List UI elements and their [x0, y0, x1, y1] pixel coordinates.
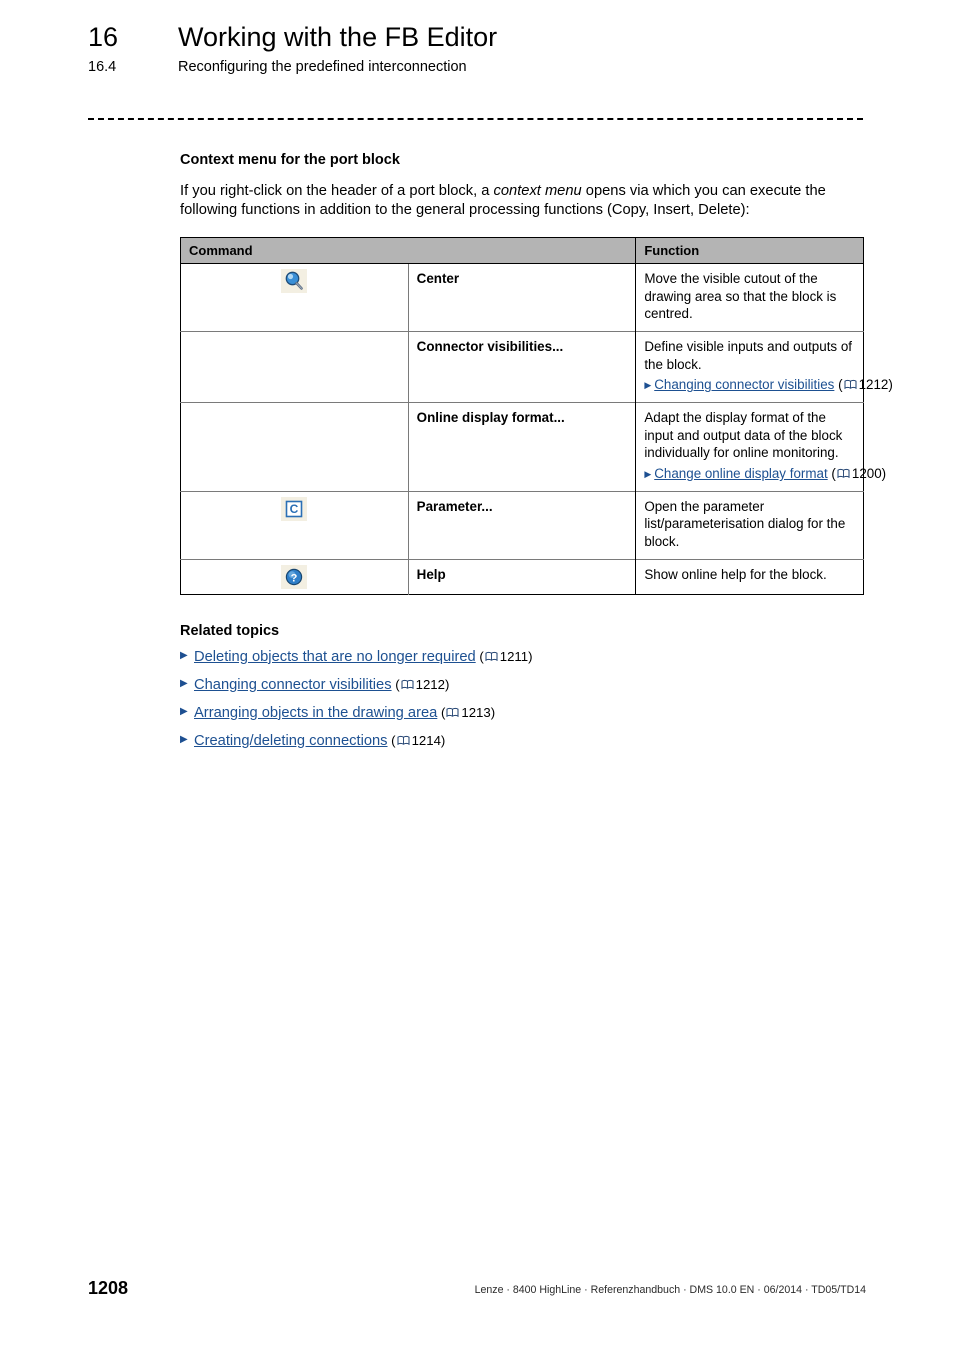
- row-icon-cell: ?: [180, 558, 409, 595]
- header-divider: [88, 118, 863, 120]
- link-arranging-objects[interactable]: Arranging objects in the drawing area: [194, 705, 437, 721]
- related-topics-heading: Related topics: [180, 622, 280, 639]
- parameter-c-icon: C: [281, 496, 308, 521]
- table-row: C Parameter... Open the parameter list/p…: [180, 490, 864, 560]
- page-number: 1212: [858, 377, 889, 393]
- table-header-row: Command Function: [180, 237, 864, 264]
- related-topics-list: ▶ Deleting objects that are no longer req…: [180, 649, 864, 749]
- row-icon-cell: C: [180, 490, 409, 560]
- section-title: Reconfiguring the predefined interconnec…: [178, 59, 467, 75]
- cross-reference: ▶ Changing connector visibilities (1212): [644, 376, 893, 394]
- book-icon: [401, 678, 414, 689]
- cross-reference: ▶ Change online display format (1200): [644, 465, 886, 483]
- table-header: Command Function: [180, 237, 864, 264]
- chapter-title: Working with the FB Editor: [178, 22, 498, 52]
- link-changing-connector-visibilities[interactable]: Changing connector visibilities: [654, 377, 834, 392]
- book-icon: [397, 734, 410, 745]
- list-item: ▶ Deleting objects that are no longer req…: [180, 649, 864, 665]
- command-label: Online display format...: [408, 401, 637, 492]
- function-text: Open the parameter list/parameterisation…: [644, 498, 846, 550]
- command-label: Center: [408, 263, 637, 332]
- function-text: Move the visible cutout of the drawing a…: [644, 270, 837, 322]
- context-menu-table: Command Function Center Move the visible…: [180, 236, 893, 595]
- page-reference: (1212): [834, 377, 893, 393]
- link-change-online-display-format[interactable]: Change online display format: [654, 466, 827, 481]
- list-item: ▶ Arranging objects in the drawing area (…: [180, 705, 864, 721]
- page-reference: (1200): [827, 466, 887, 481]
- function-cell: Move the visible cutout of the drawing a…: [636, 263, 864, 331]
- book-icon: [446, 706, 459, 717]
- page-footer: 1208 Lenze · 8400 HighLine · Referenzhan…: [88, 1278, 866, 1304]
- page-number: 1208: [88, 1278, 129, 1298]
- table-body: Center Move the visible cutout of the dr…: [180, 263, 893, 595]
- page-reference: (1213): [437, 704, 496, 720]
- help-question-icon: ?: [281, 564, 308, 589]
- magnifier-icon: [281, 268, 308, 293]
- column-header-command: Command: [180, 237, 637, 264]
- column-header-function: Function: [635, 237, 864, 264]
- function-cell: Open the parameter list/parameterisation…: [635, 490, 864, 560]
- table-row: Online display format... Adapt the displ…: [180, 401, 886, 492]
- function-cell: Define visible inputs and outputs of the…: [635, 330, 893, 403]
- bullet-arrow-icon: ▶: [644, 469, 652, 479]
- footer-imprint: Lenze · 8400 HighLine · Referenzhandbuch…: [474, 1284, 866, 1296]
- section-number: 16.4: [88, 59, 117, 75]
- function-text: Define visible inputs and outputs of the…: [644, 338, 852, 372]
- chapter-number: 16: [88, 22, 119, 52]
- function-text: Adapt the display format of the input an…: [644, 409, 843, 461]
- bullet-arrow-icon: ▶: [180, 677, 188, 689]
- link-deleting-objects[interactable]: Deleting objects that are no longer requ…: [194, 649, 476, 665]
- row-icon-cell: [180, 401, 409, 492]
- row-icon-cell: [180, 263, 409, 332]
- page-number: 1214: [411, 732, 441, 748]
- book-icon: [844, 377, 857, 390]
- intro-text-part1: If you right-click on the header of a po…: [180, 183, 494, 199]
- command-label: Help: [408, 558, 637, 595]
- link-changing-connector-visibilities[interactable]: Changing connector visibilities: [194, 677, 392, 693]
- link-creating-deleting-connections[interactable]: Creating/deleting connections: [194, 733, 388, 749]
- svg-text:?: ?: [291, 572, 298, 584]
- table-row: Connector visibilities... Define visible…: [180, 330, 893, 403]
- list-item: ▶ Changing connector visibilities (1212): [180, 677, 864, 693]
- bullet-arrow-icon: ▶: [180, 705, 188, 717]
- page-reference: (1211): [475, 648, 533, 664]
- book-icon: [485, 650, 498, 661]
- row-icon-cell: [180, 330, 409, 403]
- intro-emphasis: context menu: [493, 183, 582, 199]
- page-reference: (1212): [391, 676, 450, 692]
- table-row: ? Help Show online help for the block.: [180, 558, 864, 595]
- svg-text:C: C: [290, 502, 299, 516]
- chapter-line: 16 Working with the FB Editor: [88, 22, 878, 53]
- function-text: Show online help for the block.: [644, 566, 827, 582]
- section-line: 16.4 Reconfiguring the predefined interc…: [88, 59, 878, 75]
- book-icon: [837, 466, 850, 479]
- bullet-arrow-icon: ▶: [180, 649, 188, 661]
- page-number: 1212: [415, 676, 445, 692]
- bullet-arrow-icon: ▶: [644, 380, 652, 391]
- bullet-arrow-icon: ▶: [180, 733, 188, 745]
- page-number: 1200: [851, 466, 882, 481]
- page-number: 1211: [499, 648, 529, 664]
- intro-paragraph: If you right-click on the header of a po…: [180, 182, 864, 221]
- subheading: Context menu for the port block: [180, 152, 400, 168]
- page-reference: (1214): [387, 732, 446, 748]
- function-cell: Adapt the display format of the input an…: [635, 401, 886, 492]
- function-cell: Show online help for the block.: [635, 558, 864, 595]
- command-label: Connector visibilities...: [408, 330, 637, 403]
- command-label: Parameter...: [408, 490, 637, 560]
- page-header: 16 Working with the FB Editor 16.4 Recon…: [88, 22, 878, 75]
- list-item: ▶ Creating/deleting connections (1214): [180, 733, 864, 749]
- page-number: 1213: [461, 704, 491, 720]
- document-page: 16 Working with the FB Editor 16.4 Recon…: [0, 0, 954, 1350]
- page-content: Context menu for the port block If you r…: [180, 152, 893, 761]
- table-row: Center Move the visible cutout of the dr…: [180, 263, 864, 332]
